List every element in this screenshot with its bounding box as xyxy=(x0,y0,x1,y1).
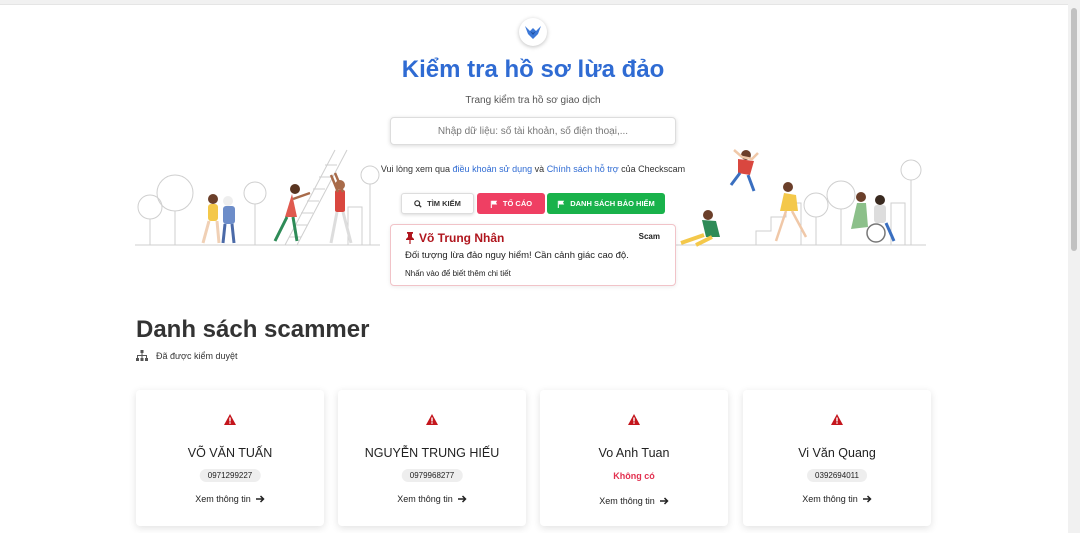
view-details-link[interactable]: Xem thông tin xyxy=(540,496,728,506)
view-details-link[interactable]: Xem thông tin xyxy=(743,494,931,504)
pin-icon xyxy=(406,232,414,244)
search-icon xyxy=(414,199,422,208)
featured-scam-alert[interactable]: Võ Trung Nhân Scam Đối tượng lừa đảo ngu… xyxy=(390,224,676,286)
alert-name-text: Võ Trung Nhân xyxy=(419,231,505,245)
scammer-card[interactable]: Vi Văn Quang 0392694011 Xem thông tin xyxy=(743,390,931,526)
view-details-label: Xem thông tin xyxy=(599,496,655,506)
alert-more-hint: Nhấn vào để biết thêm chi tiết xyxy=(405,269,511,278)
arrow-right-icon xyxy=(255,495,265,503)
warning-icon xyxy=(426,414,438,425)
people-illustration-right xyxy=(676,149,926,247)
view-details-label: Xem thông tin xyxy=(397,494,453,504)
page-scrollbar[interactable] xyxy=(1068,4,1080,533)
view-details-link[interactable]: Xem thông tin xyxy=(338,494,526,504)
alert-description: Đối tượng lừa đảo nguy hiểm! Cần cảnh gi… xyxy=(405,250,629,261)
warning-icon-wrap xyxy=(136,414,324,425)
search-button[interactable]: TÌM KIẾM xyxy=(401,193,474,214)
arrow-right-icon xyxy=(457,495,467,503)
view-details-label: Xem thông tin xyxy=(195,494,251,504)
bird-logo-icon xyxy=(525,26,541,39)
warning-icon xyxy=(628,414,640,425)
people-illustration-left xyxy=(135,149,380,246)
warning-icon-wrap xyxy=(338,414,526,425)
terms-of-use-link[interactable]: điều khoản sử dụng xyxy=(453,164,533,174)
scammer-phone-missing: Không có xyxy=(613,471,655,481)
insurance-list-button-label: DANH SÁCH BẢO HIỂM xyxy=(570,199,655,208)
search-button-label: TÌM KIẾM xyxy=(427,199,461,208)
warning-icon xyxy=(831,414,843,425)
warning-icon-wrap xyxy=(743,414,931,425)
terms-and: và xyxy=(534,164,545,174)
page-title: Kiểm tra hồ sơ lừa đảo xyxy=(401,56,665,83)
scammer-phone: 0971299227 xyxy=(199,469,261,482)
scammer-list-subtitle: Đã được kiểm duyệt xyxy=(136,350,237,361)
arrow-right-icon xyxy=(862,495,872,503)
browser-top-edge xyxy=(0,0,1080,5)
flag-icon xyxy=(558,200,565,208)
view-details-link[interactable]: Xem thông tin xyxy=(136,494,324,504)
scammer-list-title: Danh sách scammer xyxy=(136,316,370,343)
support-policy-link[interactable]: Chính sách hỗ trợ xyxy=(547,164,619,174)
site-logo[interactable] xyxy=(519,18,547,46)
scammer-name: Vo Anh Tuan xyxy=(598,446,670,460)
scammer-card[interactable]: VÕ VĂN TUẤN 0971299227 Xem thông tin xyxy=(136,390,324,526)
view-details-label: Xem thông tin xyxy=(802,494,858,504)
terms-prefix: Vui lòng xem qua xyxy=(380,164,451,174)
scammer-name: VÕ VĂN TUẤN xyxy=(187,446,273,460)
arrow-right-icon xyxy=(659,497,669,505)
scammer-name: NGUYỄN TRUNG HIẾU xyxy=(364,446,500,460)
scammer-name: Vi Văn Quang xyxy=(798,446,876,460)
insurance-list-button[interactable]: DANH SÁCH BẢO HIỂM xyxy=(547,193,665,214)
alert-title: Võ Trung Nhân xyxy=(405,231,504,245)
scammer-list-subtitle-text: Đã được kiểm duyệt xyxy=(156,350,238,361)
warning-icon-wrap xyxy=(540,414,728,425)
scammer-card[interactable]: NGUYỄN TRUNG HIẾU 0979968277 Xem thông t… xyxy=(338,390,526,526)
flag-icon xyxy=(490,200,498,208)
scammer-card[interactable]: Vo Anh Tuan Không có Xem thông tin xyxy=(540,390,728,526)
report-button-label: TỐ CÁO xyxy=(502,199,533,208)
warning-icon xyxy=(224,414,236,425)
report-button[interactable]: TỐ CÁO xyxy=(477,193,545,214)
scammer-phone: 0392694011 xyxy=(807,469,867,482)
scrollbar-thumb[interactable] xyxy=(1071,8,1077,251)
page-subtitle: Trang kiểm tra hồ sơ giao dịch xyxy=(465,95,601,106)
sitemap-icon xyxy=(136,350,148,361)
alert-tag: Scam xyxy=(638,232,660,241)
search-input[interactable] xyxy=(390,117,676,145)
scammer-phone: 0979968277 xyxy=(401,469,463,482)
